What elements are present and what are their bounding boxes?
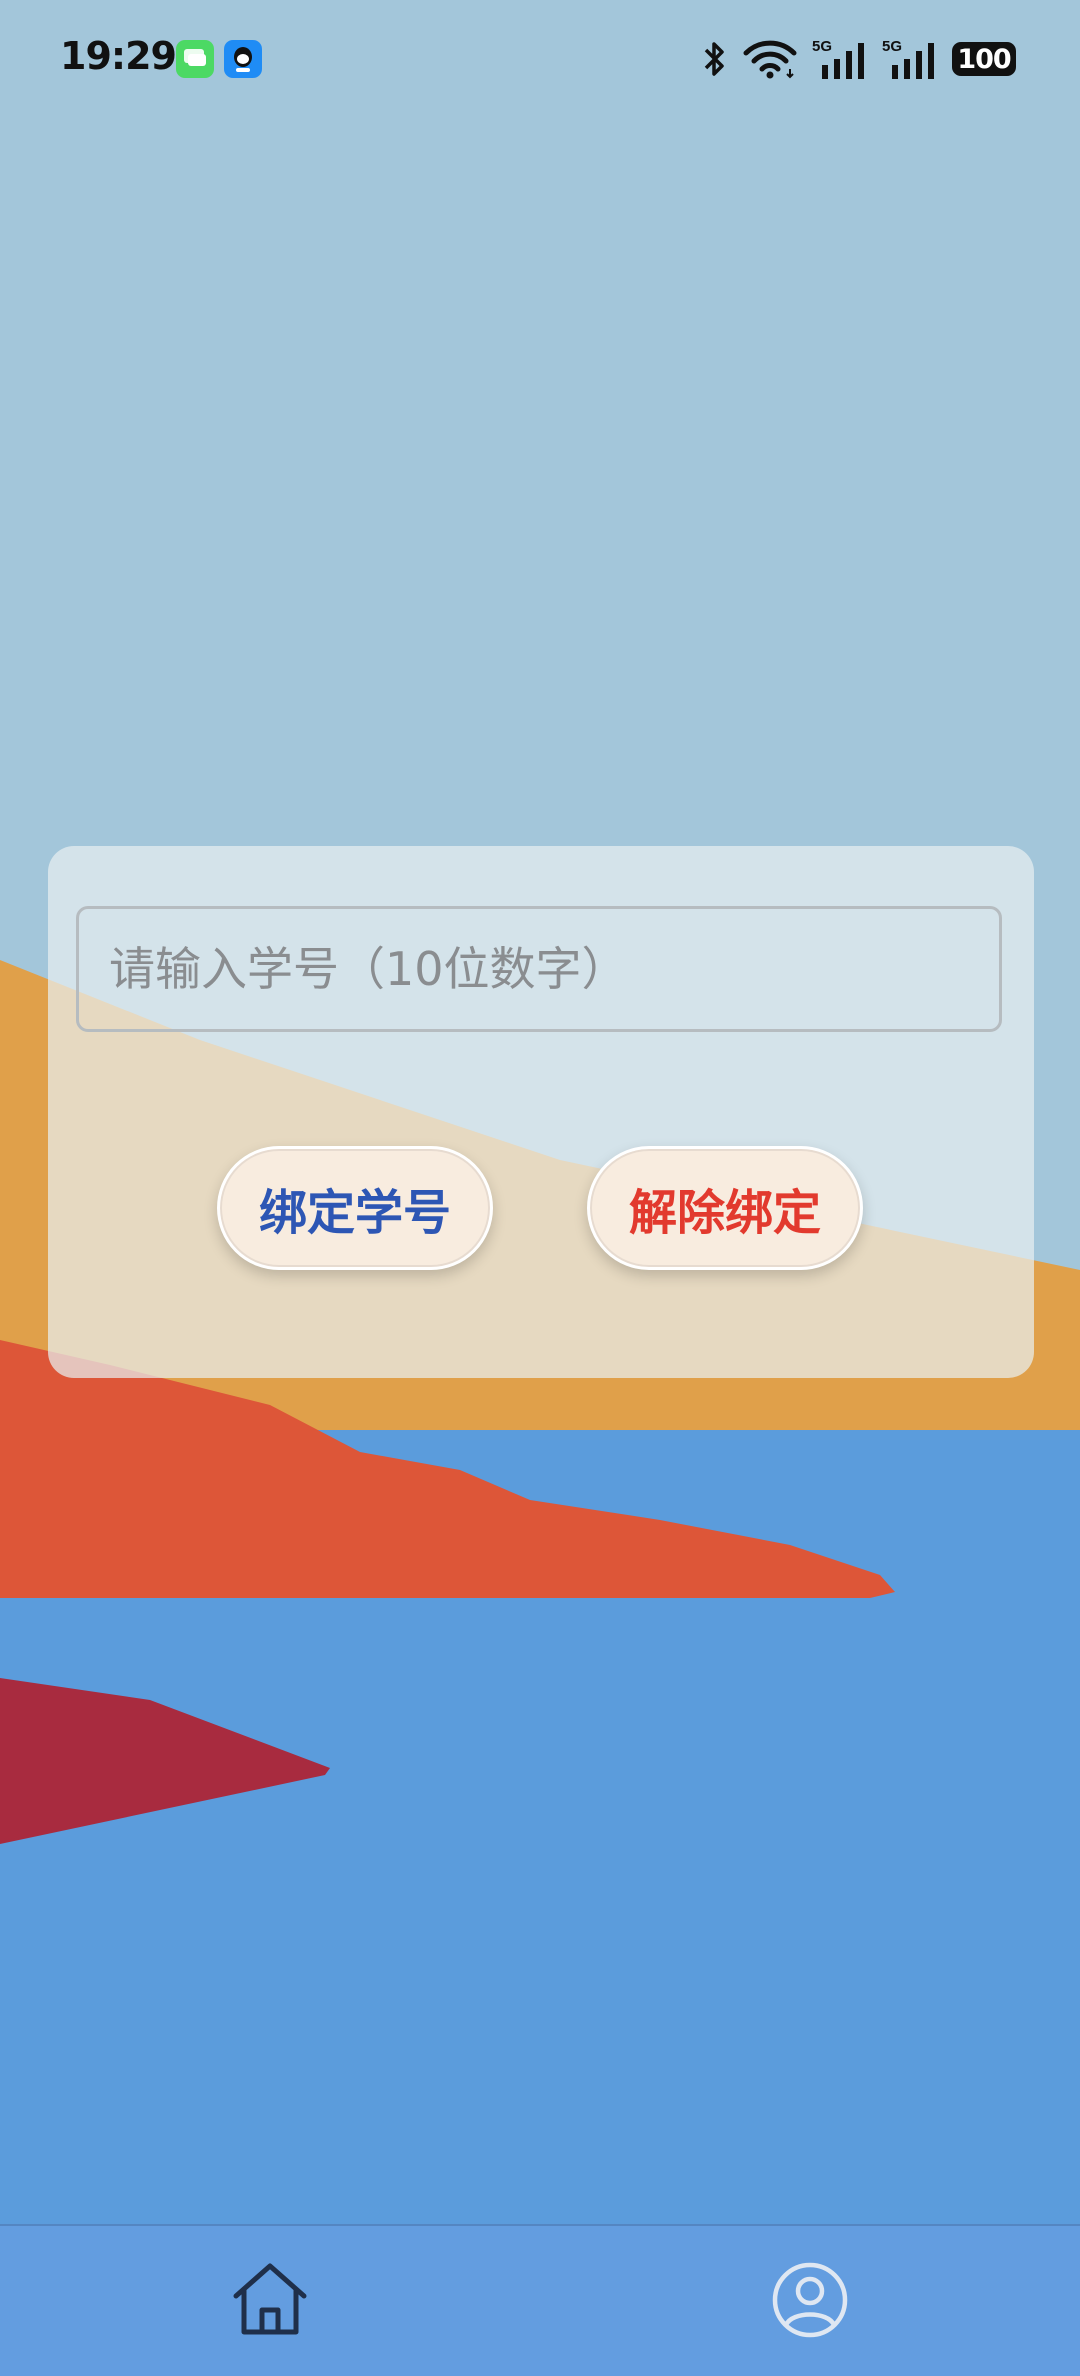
signal-icon-1: 5G (812, 38, 864, 79)
battery-indicator: 100 (952, 42, 1016, 76)
bind-student-id-button[interactable]: 绑定学号 (217, 1146, 493, 1270)
messages-notification-icon (176, 40, 214, 78)
status-bar: 19:29 5G 5G 100 (0, 0, 1080, 120)
status-right: 5G 5G 100 (702, 36, 1016, 82)
profile-icon (772, 2262, 848, 2338)
nav-home-button[interactable] (230, 2260, 310, 2340)
status-time: 19:29 (60, 34, 177, 78)
screen: 19:29 5G 5G 100 请输入学号（10位数字） 绑定学号 解除绑定 (0, 0, 1080, 2376)
home-icon (233, 2263, 307, 2335)
svg-text:5G: 5G (812, 38, 832, 55)
bluetooth-icon (704, 42, 724, 76)
bind-card: 绑定学号 解除绑定 (48, 846, 1034, 1378)
svg-text:5G: 5G (882, 38, 902, 55)
unbind-button[interactable]: 解除绑定 (587, 1146, 863, 1270)
signal-icon-2: 5G (882, 38, 934, 79)
nav-profile-button[interactable] (770, 2260, 850, 2340)
wifi-icon (743, 40, 797, 79)
bottom-nav (0, 2224, 1080, 2376)
student-id-input[interactable] (76, 906, 1002, 1032)
qq-notification-icon (224, 40, 262, 78)
